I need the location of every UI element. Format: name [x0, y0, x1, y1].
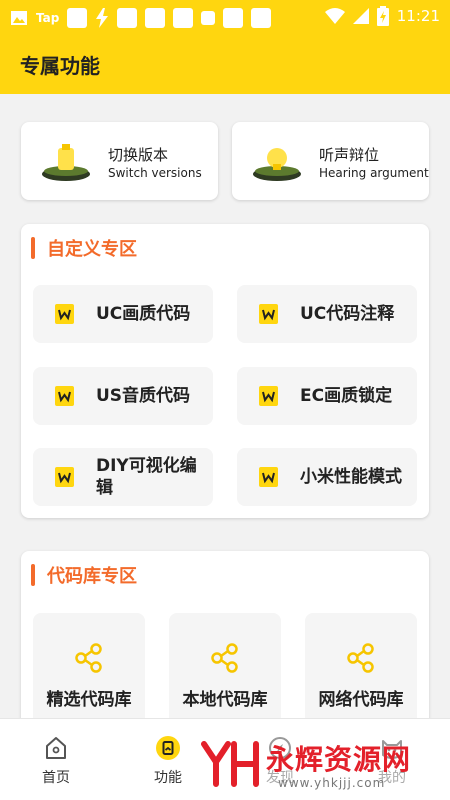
tile-label: DIY可视化编辑: [96, 456, 197, 498]
watermark: 永辉资源网 www.yhkjjj.com: [200, 738, 430, 790]
watermark-url: www.yhkjjj.com: [278, 776, 386, 790]
card-subtitle: Hearing argument: [319, 166, 429, 180]
home-icon: [46, 737, 66, 759]
ec-quality-lock-tile[interactable]: EC画质锁定: [237, 367, 417, 425]
nav-label: 首页: [42, 770, 70, 786]
battery-icon: [376, 6, 389, 26]
xiaomi-performance-tile[interactable]: 小米性能模式: [237, 448, 417, 506]
page-title: 专属功能: [20, 54, 100, 78]
tile-label: 网络代码库: [318, 690, 404, 710]
app-bar: 专属功能: [0, 36, 450, 94]
notification-icon: [117, 8, 138, 28]
notification-icon: [145, 8, 166, 28]
bolt-icon: [96, 8, 109, 28]
section-title: 自定义专区: [47, 239, 137, 260]
status-bar-right: 11:21: [324, 6, 440, 26]
status-bar-left: Tap: [10, 8, 272, 28]
tile-label: 小米性能模式: [300, 467, 402, 487]
share-icon: [211, 643, 238, 673]
tile-label: US音质代码: [96, 386, 191, 406]
card-title: 听声辩位: [319, 146, 380, 164]
us-audio-code-tile[interactable]: US音质代码: [33, 367, 213, 425]
features-icon: [156, 736, 180, 760]
w-badge-icon: [55, 467, 74, 487]
notification-icon: [223, 8, 244, 28]
tile-label: 本地代码库: [182, 690, 268, 710]
notification-icon: [201, 11, 216, 25]
wifi-icon: [324, 8, 345, 24]
section-title: 代码库专区: [47, 566, 137, 587]
diy-visual-edit-tile[interactable]: DIY可视化编辑: [33, 448, 213, 506]
section-accent: [31, 564, 35, 586]
card-title: 切换版本: [108, 146, 169, 164]
image-icon: [11, 11, 27, 25]
w-badge-icon: [259, 386, 278, 406]
notification-icon: [251, 8, 272, 28]
custom-zone-panel: 自定义专区 UC画质代码 UC代码注释 US音质代码 EC画质锁定 DIY可视化…: [21, 224, 429, 518]
hearing-argument-card[interactable]: 听声辩位 Hearing argument: [232, 122, 429, 200]
notification-icon: [173, 8, 194, 28]
w-badge-icon: [259, 467, 278, 487]
watermark-text: 永辉资源网: [266, 743, 412, 776]
tile-label: UC画质代码: [96, 304, 191, 324]
tile-label: UC代码注释: [300, 304, 395, 324]
uc-code-annotation-tile[interactable]: UC代码注释: [237, 285, 417, 343]
section-header: 代码库专区: [31, 563, 137, 587]
w-badge-icon: [55, 304, 74, 324]
tile-label: 精选代码库: [46, 690, 132, 710]
share-icon: [75, 643, 102, 673]
w-badge-icon: [259, 304, 278, 324]
card-subtitle: Switch versions: [108, 166, 202, 180]
carrier-label: Tap: [36, 11, 60, 25]
nav-home[interactable]: 首页: [11, 719, 101, 800]
signal-icon: [352, 8, 369, 24]
w-badge-icon: [55, 386, 74, 406]
tile-label: EC画质锁定: [300, 386, 393, 406]
section-header: 自定义专区: [31, 236, 137, 260]
clock: 11:21: [396, 7, 440, 25]
section-accent: [31, 237, 35, 259]
stage-trophy-icon: [42, 144, 90, 181]
notification-icon: [67, 8, 88, 28]
share-icon: [347, 643, 374, 673]
status-bar: Tap 11:21: [0, 0, 450, 36]
switch-version-card[interactable]: 切换版本 Switch versions: [21, 122, 218, 200]
uc-quality-code-tile[interactable]: UC画质代码: [33, 285, 213, 343]
stage-trophy-icon: [253, 148, 301, 181]
watermark-logo-icon: [201, 741, 259, 787]
